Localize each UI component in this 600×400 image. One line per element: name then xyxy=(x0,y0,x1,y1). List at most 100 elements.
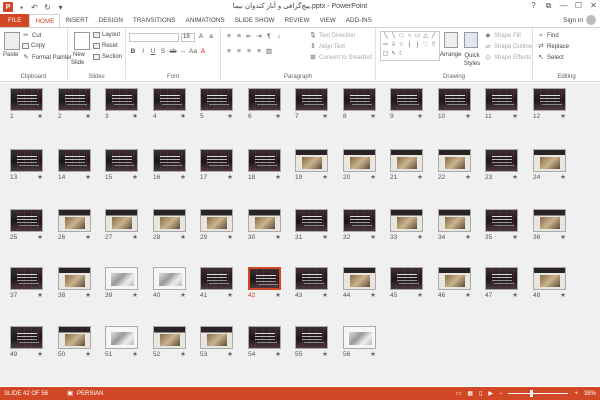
language-indicator[interactable]: ▣ PERSIAN xyxy=(48,390,103,398)
animation-star-icon[interactable]: ★ xyxy=(417,112,423,120)
slide-preview[interactable] xyxy=(58,88,91,111)
reset-button[interactable]: Reset xyxy=(93,43,118,49)
animation-star-icon[interactable]: ★ xyxy=(85,112,91,120)
slide-thumbnail[interactable]: 45 ★ xyxy=(390,267,423,299)
animation-star-icon[interactable]: ★ xyxy=(180,233,186,241)
slide-thumbnail[interactable]: 39 ★ xyxy=(105,267,138,299)
slide-preview[interactable] xyxy=(153,149,186,172)
slide-preview[interactable] xyxy=(153,326,186,349)
slide-preview[interactable] xyxy=(485,267,518,290)
animation-star-icon[interactable]: ★ xyxy=(370,233,376,241)
slide-preview[interactable] xyxy=(343,209,376,232)
slide-preview[interactable] xyxy=(390,209,423,232)
animation-star-icon[interactable]: ★ xyxy=(85,350,91,358)
brace-shape-icon-2[interactable]: } xyxy=(414,42,421,49)
slide-preview[interactable] xyxy=(295,88,328,111)
slide-preview[interactable] xyxy=(58,267,91,290)
minimize-icon[interactable]: — xyxy=(559,1,568,11)
slide-thumbnail[interactable]: 34 ★ xyxy=(438,209,471,241)
slide-thumbnail[interactable]: 15 ★ xyxy=(105,149,138,181)
slide-preview[interactable] xyxy=(343,149,376,172)
slide-thumbnail[interactable]: 3 ★ xyxy=(105,88,138,120)
slide-thumbnail[interactable]: 32 ★ xyxy=(343,209,376,241)
slide-preview[interactable] xyxy=(10,267,43,290)
maximize-icon[interactable]: ☐ xyxy=(574,1,583,11)
slide-thumbnail[interactable]: 7 ★ xyxy=(295,88,328,120)
triangle-shape-icon[interactable]: △ xyxy=(422,33,429,40)
animation-star-icon[interactable]: ★ xyxy=(322,112,328,120)
bold-icon[interactable]: B xyxy=(129,48,137,56)
tab-animations[interactable]: ANIMATIONS xyxy=(181,14,230,27)
slide-preview[interactable] xyxy=(248,88,281,111)
justify-icon[interactable]: ≡ xyxy=(255,48,263,56)
slide-thumbnail[interactable]: 14 ★ xyxy=(58,149,91,181)
tab-transitions[interactable]: TRANSITIONS xyxy=(128,14,181,27)
slide-thumbnail[interactable]: 28 ★ xyxy=(153,209,186,241)
paste-button[interactable]: Paste xyxy=(3,52,18,58)
tab-add-ins[interactable]: ADD-INS xyxy=(341,14,377,27)
slide-preview[interactable] xyxy=(58,149,91,172)
slide-thumbnail[interactable]: 52 ★ xyxy=(153,326,186,358)
undo-icon[interactable]: ↶ xyxy=(30,3,39,12)
slide-preview[interactable] xyxy=(58,326,91,349)
animation-star-icon[interactable]: ★ xyxy=(180,291,186,299)
zoom-out-icon[interactable]: − xyxy=(499,391,503,397)
copy-button[interactable]: Copy xyxy=(22,43,45,49)
slide-preview[interactable] xyxy=(295,267,328,290)
normal-view-icon[interactable]: ▭ xyxy=(456,390,462,397)
convert-smartart-button[interactable]: ⊞ Convert to SmartArt xyxy=(309,54,372,62)
slide-preview[interactable] xyxy=(200,326,233,349)
animation-star-icon[interactable]: ★ xyxy=(227,173,233,181)
slide-thumbnail[interactable]: 40 ★ xyxy=(153,267,186,299)
animation-star-icon[interactable]: ★ xyxy=(132,173,138,181)
animation-star-icon[interactable]: ★ xyxy=(370,173,376,181)
columns-icon[interactable]: ▥ xyxy=(265,48,273,56)
animation-star-icon[interactable]: ★ xyxy=(465,173,471,181)
grow-font-icon[interactable]: A xyxy=(197,33,205,41)
animation-star-icon[interactable]: ★ xyxy=(180,350,186,358)
animation-star-icon[interactable]: ★ xyxy=(227,112,233,120)
slide-thumbnail[interactable]: 25 ★ xyxy=(10,209,43,241)
slide-preview[interactable] xyxy=(438,149,471,172)
animation-star-icon[interactable]: ★ xyxy=(512,291,518,299)
slide-preview[interactable] xyxy=(153,88,186,111)
callout-shape-icon[interactable]: ▢ xyxy=(382,51,389,58)
square-shape-icon[interactable]: □ xyxy=(398,33,405,40)
slide-thumbnail[interactable]: 21 ★ xyxy=(390,149,423,181)
tab-home[interactable]: HOME xyxy=(29,14,61,27)
line-shape-icon-3[interactable]: ╱ xyxy=(430,33,437,40)
help-icon[interactable]: ? xyxy=(529,1,538,11)
shape-outline-button[interactable]: ▱ Shape Outline xyxy=(484,43,533,51)
shapes-gallery[interactable]: ╲ ╲ □ ○ ▭ △ ╱ ⇨ ⇩ ☆ { } ♡ ⇧ ▢ ϟ ☾ xyxy=(380,31,440,61)
animation-star-icon[interactable]: ★ xyxy=(85,173,91,181)
slide-preview[interactable] xyxy=(343,326,376,349)
slide-preview[interactable] xyxy=(10,88,43,111)
cut-button[interactable]: ✂ Cut xyxy=(22,32,41,40)
rounded-rect-shape-icon[interactable]: ▭ xyxy=(414,33,421,40)
animation-star-icon[interactable]: ★ xyxy=(85,233,91,241)
slide-thumbnail[interactable]: 22 ★ xyxy=(438,149,471,181)
animation-star-icon[interactable]: ★ xyxy=(37,112,43,120)
slide-preview[interactable] xyxy=(200,149,233,172)
slide-thumbnail[interactable]: 50 ★ xyxy=(58,326,91,358)
animation-star-icon[interactable]: ★ xyxy=(227,350,233,358)
animation-star-icon[interactable]: ★ xyxy=(275,350,281,358)
slide-thumbnail[interactable]: 49 ★ xyxy=(10,326,43,358)
slide-preview[interactable] xyxy=(390,88,423,111)
animation-star-icon[interactable]: ★ xyxy=(560,233,566,241)
slide-thumbnail[interactable]: 33 ★ xyxy=(390,209,423,241)
reading-view-icon[interactable]: ▯ xyxy=(479,390,482,397)
animation-star-icon[interactable]: ★ xyxy=(370,350,376,358)
slide-preview[interactable] xyxy=(533,149,566,172)
slide-thumbnail[interactable]: 9 ★ xyxy=(390,88,423,120)
animation-star-icon[interactable]: ★ xyxy=(560,112,566,120)
arrange-icon[interactable] xyxy=(444,32,458,48)
slide-thumbnail[interactable]: 23 ★ xyxy=(485,149,518,181)
underline-icon[interactable]: U xyxy=(149,48,157,56)
slide-thumbnail[interactable]: 24 ★ xyxy=(533,149,566,181)
arrange-button[interactable]: Arrange xyxy=(440,52,461,58)
animation-star-icon[interactable]: ★ xyxy=(227,291,233,299)
line-spacing-icon[interactable]: ↕ xyxy=(275,33,283,41)
animation-star-icon[interactable]: ★ xyxy=(275,233,281,241)
slide-preview[interactable] xyxy=(153,209,186,232)
